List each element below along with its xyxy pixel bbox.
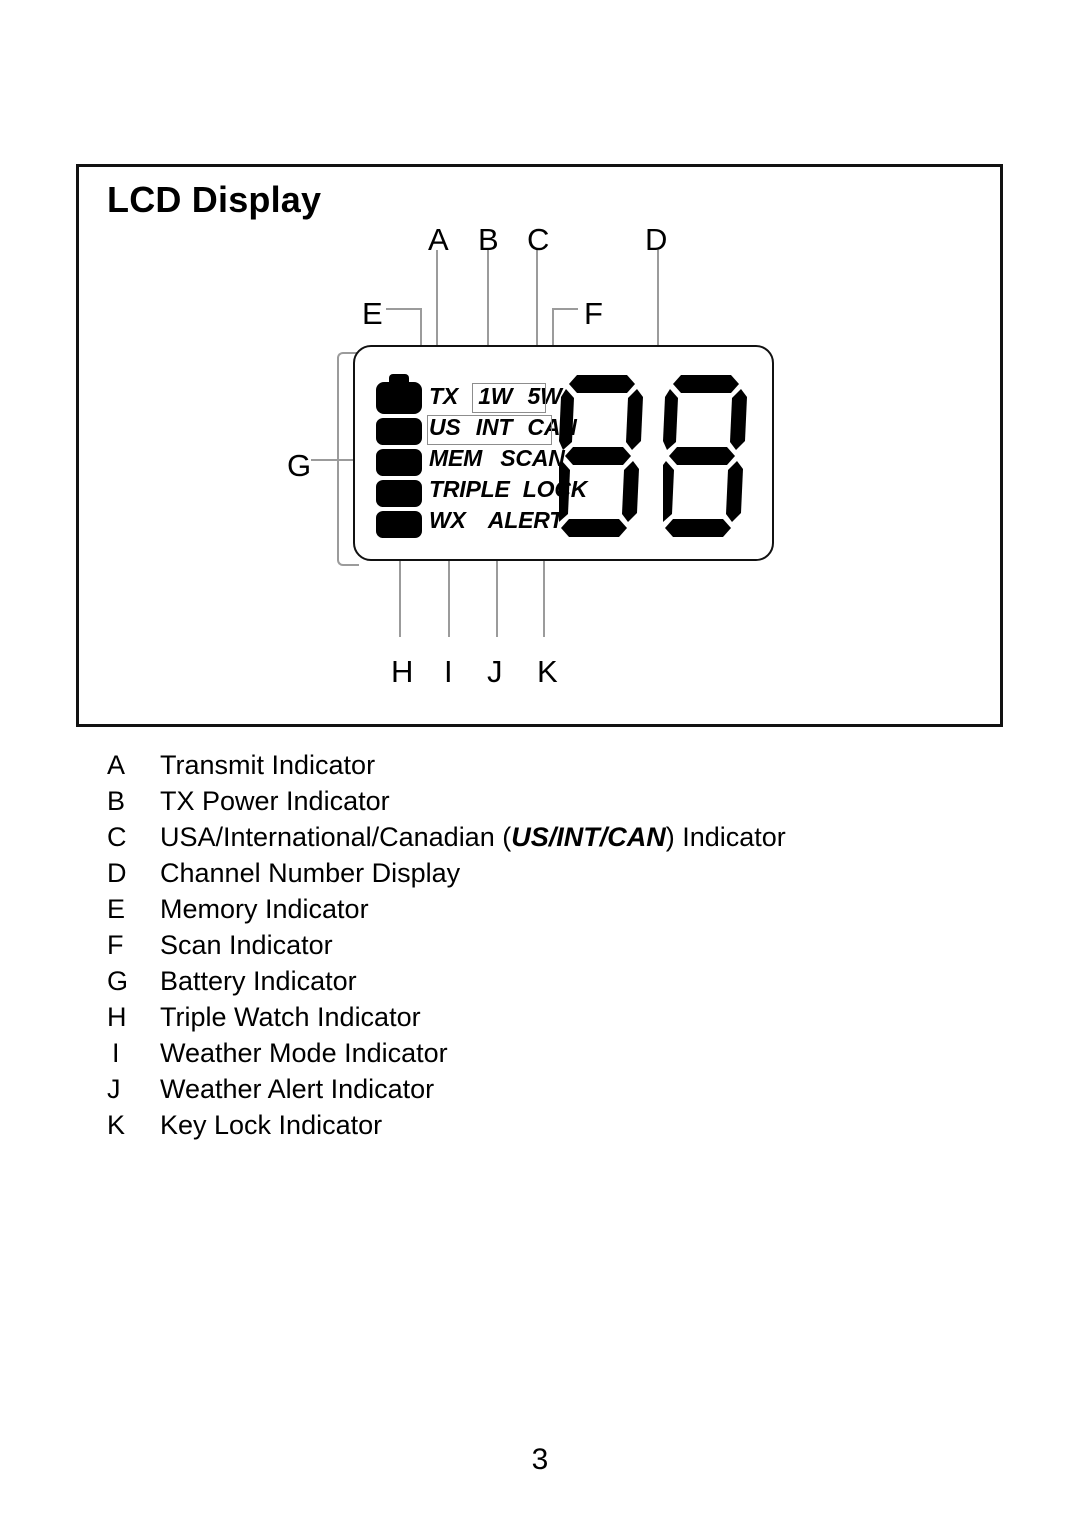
lcd-panel: TX 1W 5W US INT CAN MEM SCAN TRIPLE LOCK… bbox=[353, 345, 774, 561]
seven-segment-digit bbox=[663, 375, 747, 537]
annunciator-block: TX 1W 5W US INT CAN MEM SCAN TRIPLE LOCK… bbox=[429, 381, 587, 536]
list-item: D Channel Number Display bbox=[107, 855, 967, 891]
callout-letter-k: K bbox=[537, 654, 558, 689]
page-number: 3 bbox=[531, 1443, 549, 1476]
seven-segment-digit bbox=[559, 375, 643, 537]
callout-letter-f: F bbox=[584, 296, 603, 331]
leader-line-e-horizontal bbox=[386, 308, 422, 310]
legend-key: C bbox=[107, 822, 127, 852]
callout-letter-d: D bbox=[645, 222, 668, 257]
battery-segment bbox=[376, 449, 422, 476]
list-item: A Transmit Indicator bbox=[107, 747, 967, 783]
legend-key: K bbox=[107, 1110, 126, 1140]
callout-letter-i: I bbox=[444, 654, 453, 689]
list-item: E Memory Indicator bbox=[107, 891, 967, 927]
legend-label: TX Power Indicator bbox=[160, 786, 390, 816]
legend-key: F bbox=[107, 930, 124, 960]
legend-label-before: USA/International/Canadian ( bbox=[160, 822, 512, 852]
annunciator-row-triple-lock: TRIPLE LOCK bbox=[429, 474, 587, 505]
region-int-indicator: INT bbox=[475, 414, 513, 440]
region-us-indicator: US bbox=[429, 414, 461, 440]
legend-label: Weather Mode Indicator bbox=[160, 1038, 448, 1068]
legend-label: Channel Number Display bbox=[160, 858, 461, 888]
legend-label-after: ) Indicator bbox=[665, 822, 786, 852]
battery-segment bbox=[376, 511, 422, 538]
battery-segment bbox=[376, 418, 422, 445]
battery-indicator bbox=[376, 374, 422, 538]
legend-label: Transmit Indicator bbox=[160, 750, 376, 780]
legend-key: I bbox=[112, 1038, 120, 1068]
legend-label: USA/International/Canadian (US/INT/CAN) … bbox=[160, 819, 786, 855]
list-item: I Weather Mode Indicator bbox=[107, 1035, 967, 1071]
callout-letter-a: A bbox=[428, 222, 449, 257]
leader-line-h-vertical bbox=[399, 550, 401, 637]
legend-label: Battery Indicator bbox=[160, 966, 357, 996]
legend-key: H bbox=[107, 1002, 127, 1032]
annunciator-row-wx-alert: WX ALERT bbox=[429, 505, 564, 536]
list-item: H Triple Watch Indicator bbox=[107, 999, 967, 1035]
callout-letter-e: E bbox=[362, 296, 383, 331]
callout-letter-b: B bbox=[478, 222, 499, 257]
legend-list: A Transmit Indicator B TX Power Indicato… bbox=[107, 747, 967, 1143]
annunciator-row-power: TX 1W 5W bbox=[429, 381, 562, 412]
leader-line-f-horizontal bbox=[552, 308, 578, 310]
legend-label-emphasis: US/INT/CAN bbox=[511, 822, 666, 852]
power-5w-indicator: 5W bbox=[527, 383, 562, 409]
legend-key: B bbox=[107, 786, 126, 816]
legend-key: J bbox=[107, 1074, 121, 1104]
weather-mode-indicator: WX bbox=[429, 507, 466, 533]
list-item: J Weather Alert Indicator bbox=[107, 1071, 967, 1107]
list-item: G Battery Indicator bbox=[107, 963, 967, 999]
callout-letter-g: G bbox=[287, 448, 312, 483]
callout-letter-c: C bbox=[527, 222, 550, 257]
page-title: LCD Display bbox=[107, 179, 322, 220]
legend-label: Memory Indicator bbox=[160, 894, 369, 924]
battery-segment bbox=[376, 480, 422, 507]
tx-indicator: TX bbox=[429, 383, 458, 409]
legend-key: G bbox=[107, 966, 129, 996]
legend-key: A bbox=[107, 750, 126, 780]
list-item: C USA/International/Canadian (US/INT/CAN… bbox=[107, 819, 967, 855]
legend-label: Weather Alert Indicator bbox=[160, 1074, 435, 1104]
scan-indicator: SCAN bbox=[500, 445, 565, 471]
list-item: F Scan Indicator bbox=[107, 927, 967, 963]
battery-segment bbox=[376, 382, 422, 414]
triple-watch-indicator: TRIPLE bbox=[429, 476, 510, 502]
list-item: K Key Lock Indicator bbox=[107, 1107, 967, 1143]
memory-indicator: MEM bbox=[429, 445, 483, 471]
annunciator-row-mem-scan: MEM SCAN bbox=[429, 443, 565, 474]
legend-label: Key Lock Indicator bbox=[160, 1110, 383, 1140]
power-1w-indicator: 1W bbox=[478, 383, 513, 409]
legend-key: D bbox=[107, 858, 127, 888]
weather-alert-indicator: ALERT bbox=[487, 507, 564, 533]
list-item: B TX Power Indicator bbox=[107, 783, 967, 819]
channel-number-display bbox=[559, 371, 755, 539]
annunciator-row-region: US INT CAN bbox=[429, 412, 577, 443]
legend-label: Scan Indicator bbox=[160, 930, 333, 960]
legend-label: Triple Watch Indicator bbox=[160, 1002, 421, 1032]
callout-letter-j: J bbox=[487, 654, 503, 689]
callout-letter-h: H bbox=[391, 654, 414, 689]
legend-key: E bbox=[107, 894, 126, 924]
